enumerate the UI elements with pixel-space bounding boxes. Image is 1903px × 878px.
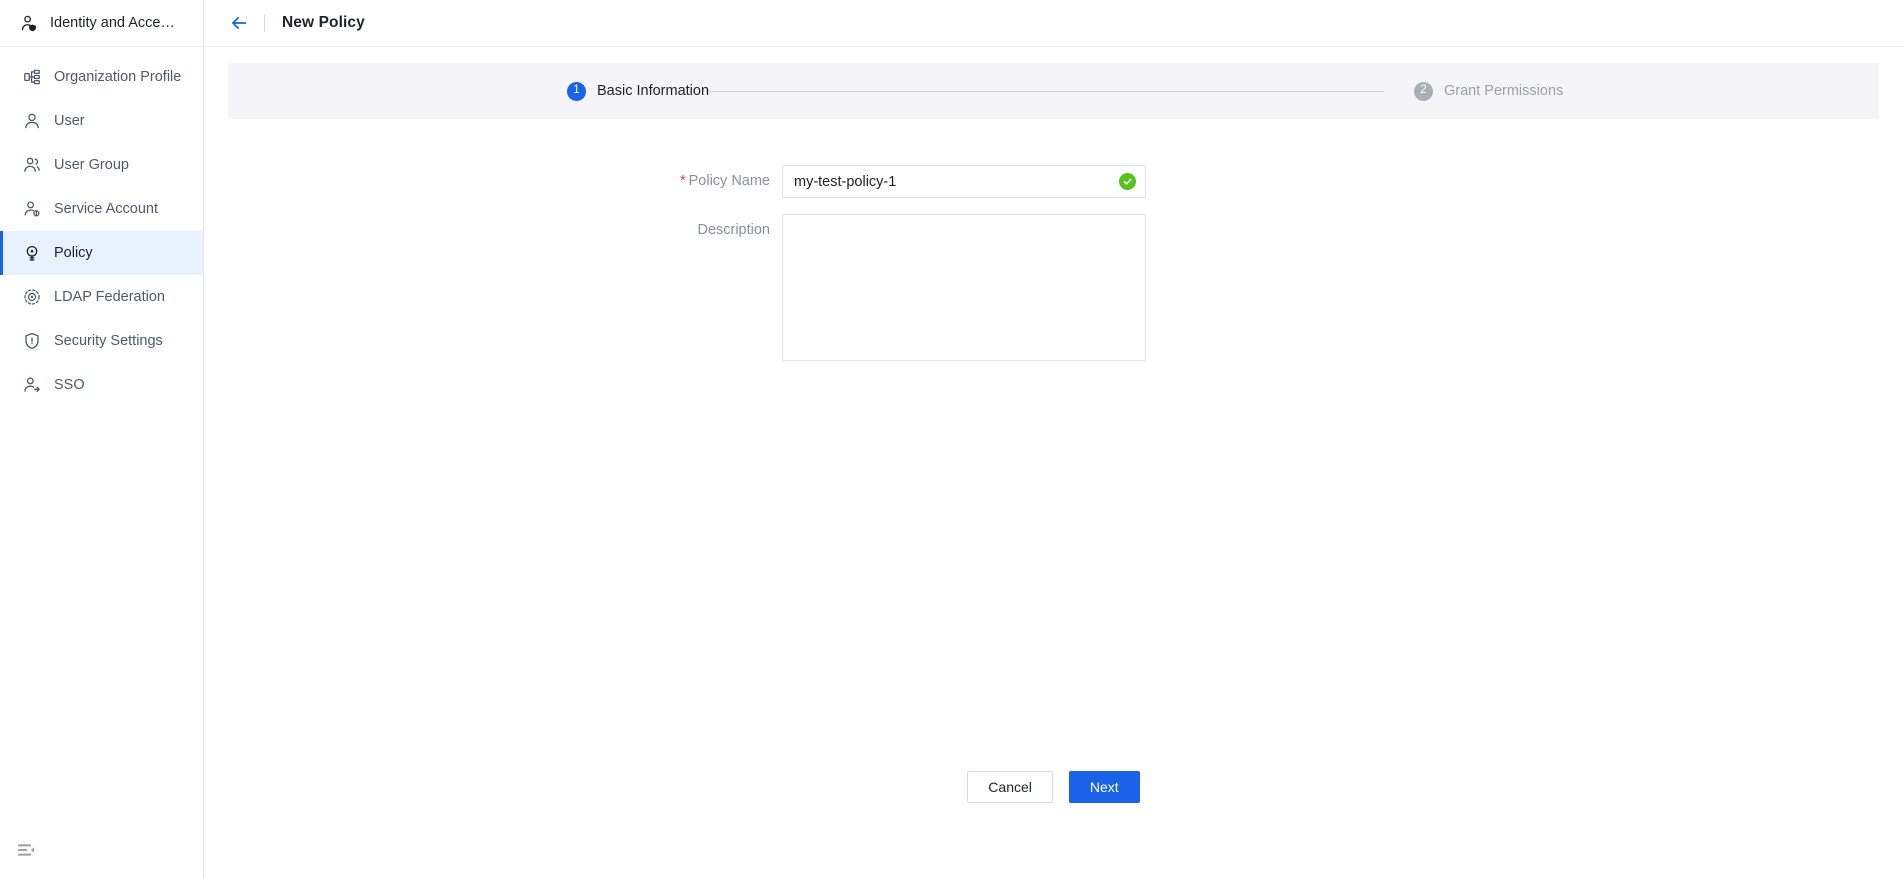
stepper-step-grant-permissions[interactable]: 2 Grant Permissions (1414, 82, 1563, 101)
sidebar-item-user-group[interactable]: User Group (0, 143, 203, 187)
service-account-icon (23, 200, 41, 218)
sidebar-item-label: Service Account (54, 201, 158, 217)
check-circle-icon (1119, 173, 1136, 190)
sso-user-arrow-icon (23, 376, 41, 394)
description-label: Description (228, 214, 782, 366)
sidebar-item-label: User (54, 113, 85, 129)
user-shield-icon (20, 14, 39, 33)
org-chart-icon (23, 68, 41, 86)
sidebar-nav: Organization Profile User (0, 47, 203, 407)
sidebar-item-security-settings[interactable]: Security Settings (0, 319, 203, 363)
sidebar: Identity and Acce… Organization Profile (0, 0, 204, 878)
stepper-step-number: 1 (567, 82, 586, 101)
form-actions: Cancel Next (204, 771, 1903, 803)
sidebar-item-label: User Group (54, 157, 129, 173)
sidebar-item-ldap-federation[interactable]: LDAP Federation (0, 275, 203, 319)
sidebar-item-label: Organization Profile (54, 69, 181, 85)
cancel-button[interactable]: Cancel (967, 771, 1053, 803)
policy-icon (23, 244, 41, 262)
app-root: Identity and Acce… Organization Profile (0, 0, 1903, 878)
policy-name-input[interactable] (782, 165, 1146, 198)
sidebar-item-label: Security Settings (54, 333, 163, 349)
shield-lock-icon (23, 332, 41, 350)
stepper-step-label: Basic Information (597, 83, 709, 99)
ldap-target-icon (23, 288, 41, 306)
main-area: New Policy 1 Basic Information 2 Grant P… (204, 0, 1903, 878)
sidebar-item-policy[interactable]: Policy (0, 231, 203, 275)
sidebar-item-label: Policy (54, 245, 93, 261)
sidebar-item-organization-profile[interactable]: Organization Profile (0, 55, 203, 99)
sidebar-item-label: LDAP Federation (54, 289, 165, 305)
arrow-left-icon[interactable] (228, 12, 250, 34)
policy-name-label: *Policy Name (228, 165, 782, 198)
stepper-step-label: Grant Permissions (1444, 83, 1563, 99)
policy-form: *Policy Name Description (228, 119, 1879, 366)
description-field-wrap (782, 214, 1146, 366)
sidebar-item-label: SSO (54, 377, 85, 393)
user-group-icon (23, 156, 41, 174)
header-divider (264, 15, 265, 32)
description-textarea[interactable] (782, 214, 1146, 361)
menu-fold-icon[interactable] (16, 840, 36, 860)
stepper-step-number: 2 (1414, 82, 1433, 101)
stepper-connector (706, 91, 1384, 92)
page-title: New Policy (282, 14, 365, 32)
form-row-description: Description (228, 214, 1879, 366)
sidebar-item-service-account[interactable]: Service Account (0, 187, 203, 231)
sidebar-item-sso[interactable]: SSO (0, 363, 203, 407)
required-marker: * (680, 173, 686, 189)
next-button[interactable]: Next (1069, 771, 1140, 803)
policy-name-field-wrap (782, 165, 1146, 198)
policy-name-label-text: Policy Name (689, 173, 770, 189)
stepper: 1 Basic Information 2 Grant Permissions (228, 63, 1879, 119)
user-icon (23, 112, 41, 130)
sidebar-header-title: Identity and Acce… (50, 15, 175, 31)
page-header: New Policy (204, 0, 1903, 47)
sidebar-header: Identity and Acce… (0, 0, 203, 47)
sidebar-footer (0, 822, 203, 878)
sidebar-item-user[interactable]: User (0, 99, 203, 143)
form-row-policy-name: *Policy Name (228, 165, 1879, 198)
content-area: 1 Basic Information 2 Grant Permissions … (204, 47, 1903, 878)
stepper-step-basic-information[interactable]: 1 Basic Information (567, 82, 709, 101)
